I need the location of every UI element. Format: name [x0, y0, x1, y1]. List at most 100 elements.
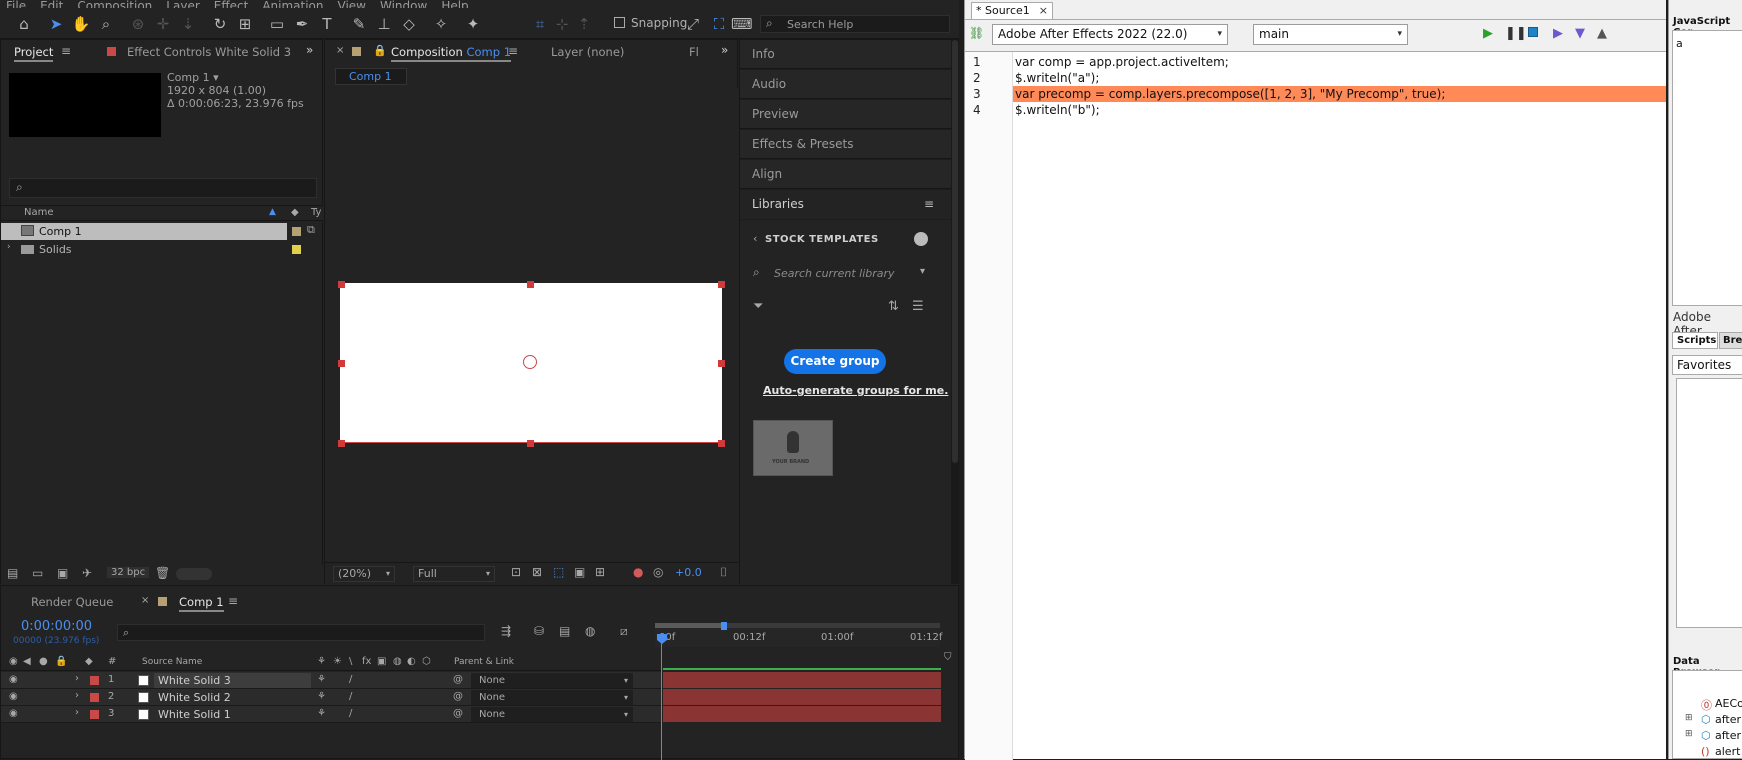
list-view-icon[interactable]: ☰ — [912, 299, 924, 314]
brush-tool-icon[interactable]: ✎ — [349, 14, 369, 34]
rotate-tool-icon[interactable]: ↻ — [210, 14, 230, 34]
puppet-tool-icon[interactable]: ✦ — [463, 14, 483, 34]
layer-bar-1[interactable] — [663, 672, 941, 688]
bit-depth-button[interactable]: 32 bpc — [107, 567, 150, 578]
tree-item[interactable]: after — [1715, 729, 1741, 742]
video-eye-icon[interactable]: ◉ — [9, 691, 18, 702]
filter-icon[interactable]: ⏷ — [753, 299, 763, 314]
transform-handle[interactable] — [338, 360, 345, 367]
code-line-4[interactable]: $.writeln("b"); — [1015, 102, 1100, 118]
layer-bar-3[interactable] — [663, 706, 941, 722]
comp-breadcrumb[interactable]: Comp 1 — [335, 68, 407, 85]
col-name-header[interactable]: Name — [24, 207, 54, 218]
region-of-interest-icon[interactable]: ▣ — [574, 565, 585, 579]
menu-window[interactable]: Window — [380, 0, 427, 8]
lock-icon[interactable]: 🔒 — [55, 656, 67, 667]
tab-project[interactable]: Project — [14, 45, 54, 62]
transform-handle[interactable] — [527, 281, 534, 288]
layer-name[interactable]: White Solid 3 — [158, 674, 231, 687]
project-item-comp1[interactable]: Comp 1 — [1, 223, 287, 240]
parent-dropdown[interactable]: None ▾ — [471, 707, 633, 722]
col-parent-header[interactable]: Parent & Link — [454, 657, 514, 667]
home-icon[interactable]: ⌂ — [14, 14, 34, 34]
frame-blend-switch-icon[interactable]: ▣ — [377, 656, 386, 667]
project-search-input[interactable]: ⌕ — [9, 178, 317, 198]
zoom-tool-icon[interactable]: ⌕ — [96, 14, 116, 34]
layer-name[interactable]: White Solid 2 — [158, 691, 231, 704]
comp-name[interactable]: Comp 1 ▾ — [167, 71, 219, 84]
label-tag-icon[interactable]: ◆ — [85, 656, 93, 667]
current-time-display[interactable]: 0:00:00:00 — [21, 619, 92, 634]
tab-effect-controls[interactable]: Effect Controls White Solid 3 — [127, 45, 291, 59]
trash-icon[interactable]: 🗑 — [155, 566, 170, 580]
step-over-icon[interactable]: ▶ — [1553, 26, 1563, 41]
anchor-point-icon[interactable] — [523, 355, 537, 369]
quality-switch-icon[interactable]: / — [349, 708, 352, 719]
comp-marker-icon[interactable]: ⛉ — [944, 652, 952, 663]
tree-item[interactable]: after — [1715, 713, 1741, 726]
menu-edit[interactable]: Edit — [40, 0, 63, 8]
scrollbar-thumb[interactable] — [952, 40, 958, 463]
time-ruler[interactable]: 00f 00:12f 01:00f 01:12f — [655, 622, 942, 647]
thumbnail-zoom-slider[interactable] — [176, 568, 212, 580]
panel-menu-icon[interactable]: ≡ — [228, 594, 238, 608]
stock-templates-label[interactable]: STOCK TEMPLATES — [765, 234, 879, 245]
sort-icon[interactable]: ⇅ — [888, 299, 899, 314]
local-axis-icon[interactable]: ⌗ — [530, 14, 550, 34]
data-browser-tree[interactable]: ⓪ AECo ⊞ ⬡ after ⊞ ⬡ after () alert — [1672, 670, 1742, 759]
layer-bar-2[interactable] — [663, 689, 941, 705]
code-line-3[interactable]: var precomp = comp.layers.precompose([1,… — [1015, 86, 1445, 102]
effect-switch-icon[interactable]: fx — [362, 656, 371, 667]
quality-switch-icon[interactable]: \ — [349, 656, 352, 667]
chevron-down-icon[interactable]: ▾ — [920, 266, 925, 277]
hand-tool-icon[interactable]: ✋ — [71, 14, 91, 34]
step-into-icon[interactable]: ▼ — [1575, 26, 1585, 41]
scripts-list[interactable] — [1676, 378, 1742, 628]
tab-breakpoints[interactable]: Brea — [1719, 332, 1742, 349]
chevron-right-icon[interactable]: › — [75, 673, 79, 684]
pickwhip-icon[interactable]: @ — [453, 691, 463, 702]
menu-file[interactable]: File — [6, 0, 26, 8]
eraser-tool-icon[interactable]: ◇ — [399, 14, 419, 34]
lock-icon[interactable]: 🔒 — [373, 44, 387, 57]
target-app-dropdown[interactable]: Adobe After Effects 2022 (22.0) ▾ — [992, 24, 1228, 45]
shy-layers-icon[interactable]: ▤ — [559, 624, 570, 638]
engine-dropdown[interactable]: main ▾ — [1253, 24, 1408, 45]
menu-composition[interactable]: Composition — [77, 0, 152, 8]
right-panels-scrollbar[interactable] — [951, 40, 959, 584]
roto-brush-tool-icon[interactable]: ✧ — [431, 14, 451, 34]
search-help-field[interactable]: ⌕ Search Help — [760, 15, 950, 33]
stop-icon[interactable] — [1528, 27, 1538, 37]
panel-menu-icon[interactable]: ≡ — [924, 197, 934, 211]
label-color-swatch[interactable] — [90, 710, 99, 719]
adjustment-switch-icon[interactable]: ◐ — [407, 656, 416, 667]
create-group-button[interactable]: Create group — [784, 349, 886, 374]
label-color-swatch[interactable] — [90, 693, 99, 702]
exposure-value[interactable]: +0.0 — [675, 566, 702, 579]
adobe-media-encoder-icon[interactable]: ✈ — [82, 566, 92, 580]
expand-icon[interactable]: ⊞ — [1685, 713, 1693, 723]
comp-mini-flowchart-icon[interactable]: ⇶ — [501, 624, 511, 638]
collapse-switch-icon[interactable]: ☀ — [333, 656, 342, 667]
layer-row-2[interactable]: ◉ › 2 White Solid 2 ⚘ / @ None ▾ — [1, 689, 661, 706]
timeline-search-input[interactable]: ⌕ — [117, 624, 485, 641]
pen-tool-icon[interactable]: ✒ — [292, 14, 312, 34]
panel-menu-icon[interactable]: ≡ — [508, 44, 518, 58]
rectangle-tool-icon[interactable]: ▭ — [267, 14, 287, 34]
transform-handle[interactable] — [718, 440, 725, 447]
menu-help[interactable]: Help — [441, 0, 468, 8]
video-eye-icon[interactable]: ◉ — [9, 674, 18, 685]
panel-menu-icon[interactable]: ≡ — [61, 44, 71, 58]
dolly-tool-icon[interactable]: ⇣ — [178, 14, 198, 34]
quality-switch-icon[interactable]: / — [349, 674, 352, 685]
label-color-swatch[interactable] — [90, 676, 99, 685]
interpret-footage-icon[interactable]: ▤ — [7, 566, 18, 580]
panel-overflow-icon[interactable]: » — [306, 43, 313, 57]
resolution-dropdown[interactable]: Full ▾ — [413, 566, 495, 582]
audio-icon[interactable]: ◀ — [23, 656, 31, 667]
close-icon[interactable]: × — [1039, 3, 1048, 19]
shy-switch-icon[interactable]: ⚘ — [317, 656, 326, 667]
menu-animation[interactable]: Animation — [262, 0, 323, 8]
zoom-dropdown[interactable]: (20%) ▾ — [333, 566, 395, 582]
mask-visibility-icon[interactable]: ⬚ — [553, 565, 564, 579]
